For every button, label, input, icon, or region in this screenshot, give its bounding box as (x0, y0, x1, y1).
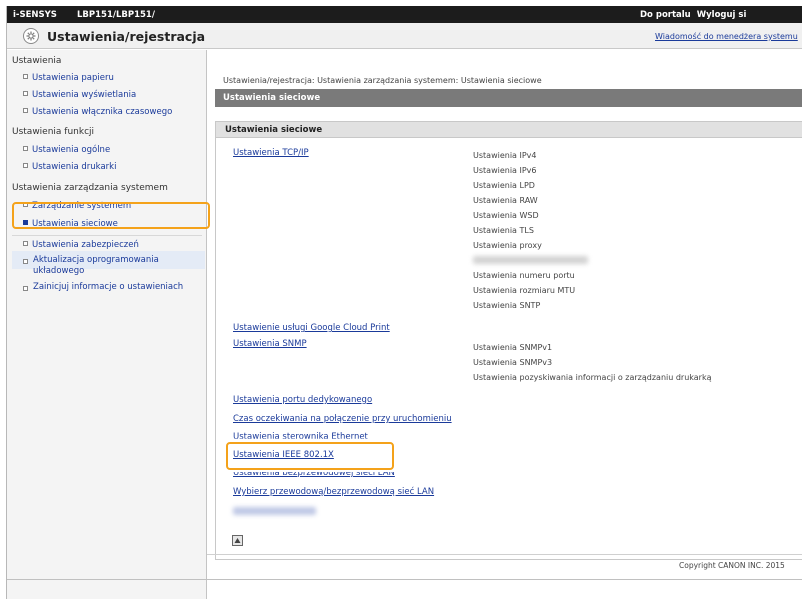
panel-header: Ustawienia sieciowe (216, 122, 802, 138)
bullet-icon (23, 259, 28, 264)
section-title: Ustawienia sieciowe (215, 89, 802, 107)
sidebar-heading-functions: Ustawienia funkcji (12, 127, 95, 137)
sidebar-item-paper[interactable]: Ustawienia papieru (23, 73, 114, 83)
wired-wireless-select-link[interactable]: Wybierz przewodową/bezprzewodową sieć LA… (233, 487, 434, 497)
blurred-item (473, 256, 588, 264)
browser-frame: i-SENSYS LBP151/LBP151/ Do portalu Wylogu… (6, 6, 802, 599)
tls-item: Ustawienia TLS (473, 226, 534, 235)
ieee-8021x-highlight (226, 442, 394, 470)
sidebar-item-general[interactable]: Ustawienia ogólne (23, 145, 110, 155)
blurred-link[interactable] (233, 507, 316, 515)
sidebar-item-initialize-settings[interactable]: Zainicjuj informacje o ustawieniach (23, 282, 193, 293)
bullet-icon (23, 91, 28, 96)
tcpip-settings-link[interactable]: Ustawienia TCP/IP (233, 148, 309, 158)
sidebar-item-firmware-update[interactable]: Aktualizacja oprogramowania układowego (23, 255, 193, 277)
settings-panel: Ustawienia sieciowe Ustawienia TCP/IP Us… (215, 121, 802, 560)
bullet-icon (23, 163, 28, 168)
device-model: LBP151/LBP151/ (77, 10, 155, 20)
settings-gear-icon (23, 28, 39, 44)
raw-item: Ustawienia RAW (473, 196, 538, 205)
mtu-size-item: Ustawienia rozmiaru MTU (473, 286, 576, 295)
portal-link[interactable]: Do portalu (640, 10, 691, 20)
wsd-item: Ustawienia WSD (473, 211, 539, 220)
sidebar: Ustawienia Ustawienia papieru Ustawienia… (7, 50, 207, 599)
snmpv1-item: Ustawienia SNMPv1 (473, 343, 553, 352)
arrow-up-icon (234, 538, 241, 543)
sidebar-network-highlight (12, 202, 210, 229)
message-to-admin-link[interactable]: Wiadomość do menedżera systemu (655, 32, 798, 41)
ipv4-item: Ustawienia IPv4 (473, 151, 537, 160)
sidebar-item-security[interactable]: Ustawienia zabezpieczeń (23, 240, 139, 250)
frame-bottom-border (7, 579, 802, 580)
title-bar: Ustawienia/rejestracja Wiadomość do mene… (7, 23, 802, 49)
bullet-icon (23, 108, 28, 113)
sidebar-divider (12, 235, 202, 236)
page-title: Ustawienia/rejestracja (47, 29, 206, 44)
brand-name: i-SENSYS (13, 10, 57, 20)
snmpv3-item: Ustawienia SNMPv3 (473, 358, 553, 367)
port-number-item: Ustawienia numeru portu (473, 271, 575, 280)
sidebar-heading-settings: Ustawienia (12, 56, 62, 66)
printer-management-info-item: Ustawienia pozyskiwania informacji o zar… (473, 373, 712, 382)
sidebar-item-display[interactable]: Ustawienia wyświetlania (23, 90, 136, 100)
ethernet-driver-link[interactable]: Ustawienia sterownika Ethernet (233, 432, 368, 439)
lpd-item: Ustawienia LPD (473, 181, 535, 190)
logout-link[interactable]: Wyloguj si (697, 10, 747, 20)
bullet-icon (23, 241, 28, 246)
proxy-item: Ustawienia proxy (473, 241, 542, 250)
snmp-settings-link[interactable]: Ustawienia SNMP (233, 339, 307, 349)
startup-wait-time-link[interactable]: Czas oczekiwania na połączenie przy uruc… (233, 414, 452, 424)
dedicated-port-link[interactable]: Ustawienia portu dedykowanego (233, 395, 372, 405)
main-content: Ustawienia/rejestracja: Ustawienia zarzą… (207, 50, 802, 599)
bullet-icon (23, 146, 28, 151)
footer-divider (207, 554, 802, 555)
google-cloud-print-link[interactable]: Ustawienie usługi Google Cloud Print (233, 323, 390, 333)
sidebar-heading-system-management: Ustawienia zarządzania systemem (12, 183, 168, 193)
sntp-item: Ustawienia SNTP (473, 301, 541, 310)
top-links: Do portalu Wyloguj si (640, 10, 752, 20)
sidebar-item-timer[interactable]: Ustawienia włącznika czasowego (23, 107, 172, 117)
sidebar-item-printer[interactable]: Ustawienia drukarki (23, 162, 116, 172)
scroll-to-top-button[interactable] (232, 535, 243, 546)
ipv6-item: Ustawienia IPv6 (473, 166, 537, 175)
top-bar: i-SENSYS LBP151/LBP151/ Do portalu Wylogu… (7, 6, 802, 23)
bullet-icon (23, 286, 28, 291)
copyright: Copyright CANON INC. 2015 (679, 561, 785, 570)
bullet-icon (23, 74, 28, 79)
breadcrumb: Ustawienia/rejestracja: Ustawienia zarzą… (223, 76, 542, 85)
